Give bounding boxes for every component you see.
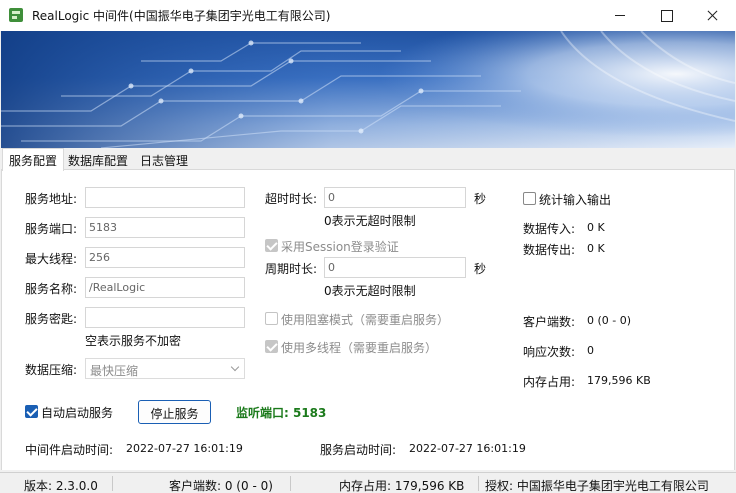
status-clients: 客户端数: 0 (0 - 0) xyxy=(169,479,273,493)
blocking-mode-checkbox[interactable] xyxy=(265,312,278,325)
status-memory: 内存占用: 179,596 KB xyxy=(339,479,465,493)
listen-port-status: 监听端口: 5183 xyxy=(236,406,327,420)
memory-label: 内存占用: xyxy=(523,375,576,389)
status-separator xyxy=(478,476,479,491)
service-start-label: 服务启动时间: xyxy=(320,443,397,457)
timeout-hint: 0表示无超时限制 xyxy=(324,214,416,228)
service-address-label: 服务地址: xyxy=(25,192,78,206)
autostart-checkbox[interactable] xyxy=(25,405,38,418)
service-key-input[interactable] xyxy=(85,307,245,328)
app-logo-icon xyxy=(9,8,23,22)
clients-label: 客户端数: xyxy=(523,315,576,329)
maximize-button[interactable] xyxy=(643,0,689,31)
session-auth-checkbox[interactable] xyxy=(265,239,278,252)
chevron-down-icon xyxy=(230,362,240,372)
minimize-button[interactable] xyxy=(597,0,643,31)
header-banner-image xyxy=(1,31,735,148)
status-bar: 版本: 2.3.0.0 客户端数: 0 (0 - 0) 内存占用: 179,59… xyxy=(0,472,736,493)
data-compression-label: 数据压缩: xyxy=(25,363,78,377)
close-button[interactable] xyxy=(689,0,735,31)
status-separator xyxy=(290,476,291,491)
data-compression-value: 最快压缩 xyxy=(90,364,139,378)
tab-service-config[interactable]: 服务配置 xyxy=(2,148,65,171)
service-port-label: 服务端口: xyxy=(25,222,78,236)
status-version: 版本: 2.3.0.0 xyxy=(24,479,98,493)
status-license: 授权: 中国振华电子集团宇光电工有限公司 xyxy=(485,479,709,493)
period-label: 周期时长: xyxy=(265,262,318,276)
middleware-start-label: 中间件启动时间: xyxy=(25,443,114,457)
title-bar: RealLogic 中间件(中国振华电子集团宇光电工有限公司) xyxy=(0,0,736,31)
stats-io-label: 统计输入输出 xyxy=(539,193,612,207)
stop-service-button[interactable]: 停止服务 xyxy=(138,400,211,424)
timeout-unit: 秒 xyxy=(474,192,487,206)
responses-label: 响应次数: xyxy=(523,345,576,359)
memory-value: 179,596 KB xyxy=(587,374,651,387)
period-unit: 秒 xyxy=(474,262,487,276)
clients-value: 0 (0 - 0) xyxy=(587,314,632,327)
timeout-input[interactable]: 0 xyxy=(324,187,466,208)
service-name-label: 服务名称: xyxy=(25,282,78,296)
data-out-label: 数据传出: xyxy=(523,243,576,257)
multithread-label: 使用多线程（需要重启服务） xyxy=(281,341,438,355)
data-in-value: 0 K xyxy=(587,221,605,234)
service-start-value: 2022-07-27 16:01:19 xyxy=(409,442,526,455)
service-address-input[interactable] xyxy=(85,187,245,208)
tab-log-management[interactable]: 日志管理 xyxy=(134,150,194,170)
multithread-checkbox[interactable] xyxy=(265,340,278,353)
window-title: RealLogic 中间件(中国振华电子集团宇光电工有限公司) xyxy=(32,9,331,23)
session-auth-label: 采用Session登录验证 xyxy=(281,240,399,254)
data-in-label: 数据传入: xyxy=(523,222,576,236)
status-separator xyxy=(112,476,113,491)
max-threads-label: 最大线程: xyxy=(25,252,78,266)
period-input[interactable]: 0 xyxy=(324,257,466,278)
service-key-label: 服务密匙: xyxy=(25,312,78,326)
service-port-input[interactable]: 5183 xyxy=(85,217,245,238)
service-name-input[interactable]: /RealLogic xyxy=(85,277,245,298)
period-hint: 0表示无超时限制 xyxy=(324,284,416,298)
tab-database-config[interactable]: 数据库配置 xyxy=(62,150,134,170)
responses-value: 0 xyxy=(587,344,594,357)
data-compression-select[interactable]: 最快压缩 xyxy=(85,358,245,379)
blocking-mode-label: 使用阻塞模式（需要重启服务） xyxy=(281,313,450,327)
middleware-start-value: 2022-07-27 16:01:19 xyxy=(126,442,243,455)
data-out-value: 0 K xyxy=(587,242,605,255)
service-key-hint: 空表示服务不加密 xyxy=(85,334,182,348)
max-threads-input[interactable]: 256 xyxy=(85,247,245,268)
stats-io-checkbox[interactable] xyxy=(523,192,536,205)
timeout-label: 超时时长: xyxy=(265,192,318,206)
autostart-label: 自动启动服务 xyxy=(41,406,114,420)
